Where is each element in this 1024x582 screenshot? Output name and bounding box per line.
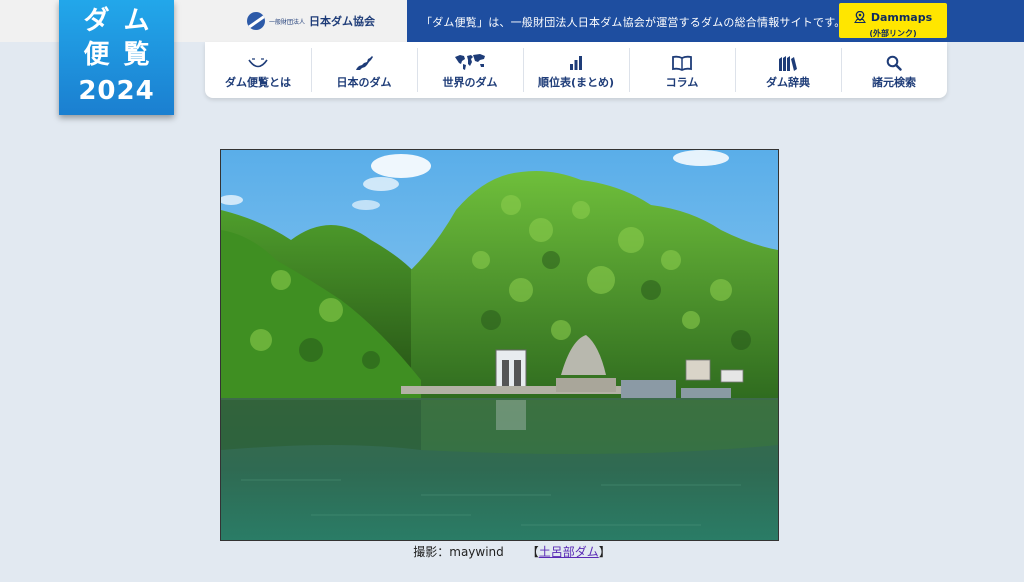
main-navigation: ダム便覧とは 日本のダム 世界のダム 順位表(まとめ) コラム ダム辞典 諸元検… xyxy=(205,42,947,98)
caption-open-bracket: 【 xyxy=(526,545,539,559)
nav-item-about[interactable]: ダム便覧とは xyxy=(205,42,311,98)
association-prefix: 一般財団法人 xyxy=(269,18,306,26)
map-pin-icon xyxy=(853,8,866,27)
bar-chart-icon xyxy=(568,51,584,71)
dam-name-link[interactable]: 土呂部ダム xyxy=(539,545,599,559)
dammaps-title: Dammaps xyxy=(870,11,933,24)
logo-line-2: 便覧 xyxy=(83,40,164,70)
nav-item-world-dams[interactable]: 世界のダム xyxy=(417,42,523,98)
dammaps-subtitle: (外部リンク) xyxy=(869,29,917,38)
photo-credit: 撮影：maywind xyxy=(413,545,504,559)
logo-line-1: ダム xyxy=(83,6,164,36)
caption-close-bracket: 】 xyxy=(598,545,611,559)
nav-label-rankings: 順位表(まとめ) xyxy=(537,75,615,89)
nav-item-spec-search[interactable]: 諸元検索 xyxy=(841,42,947,98)
nav-label-japan-dams: 日本のダム xyxy=(336,75,392,89)
search-icon xyxy=(886,51,902,71)
dammaps-button[interactable]: Dammaps (外部リンク) xyxy=(839,3,947,38)
nav-label-dictionary: ダム辞典 xyxy=(766,75,810,89)
association-name: 日本ダム協会 xyxy=(309,15,376,28)
book-icon xyxy=(671,51,693,71)
japan-map-icon xyxy=(354,51,374,71)
site-logo[interactable]: ダム 便覧 2024 xyxy=(59,0,174,115)
nav-item-dictionary[interactable]: ダム辞典 xyxy=(735,42,841,98)
books-icon xyxy=(778,51,798,71)
dam-photo-image xyxy=(221,150,778,540)
photo-caption: 撮影：maywind 【土呂部ダム】 xyxy=(0,543,1024,560)
association-link[interactable]: 一般財団法人 日本ダム協会 xyxy=(247,11,375,31)
dam-curve-icon xyxy=(247,51,269,71)
nav-item-rankings[interactable]: 順位表(まとめ) xyxy=(523,42,629,98)
world-map-icon xyxy=(453,51,487,71)
nav-label-world-dams: 世界のダム xyxy=(442,75,498,89)
nav-item-column[interactable]: コラム xyxy=(629,42,735,98)
nav-label-spec-search: 諸元検索 xyxy=(872,75,916,89)
site-tagline: 「ダム便覧」は、一般財団法人日本ダム協会が運営するダムの総合情報サイトです。 xyxy=(421,16,846,29)
logo-year: 2024 xyxy=(78,76,155,106)
association-emblem-icon xyxy=(247,12,265,30)
nav-item-japan-dams[interactable]: 日本のダム xyxy=(311,42,417,98)
nav-label-about: ダム便覧とは xyxy=(225,75,291,89)
dam-photo xyxy=(220,149,779,541)
nav-label-column: コラム xyxy=(665,75,699,89)
